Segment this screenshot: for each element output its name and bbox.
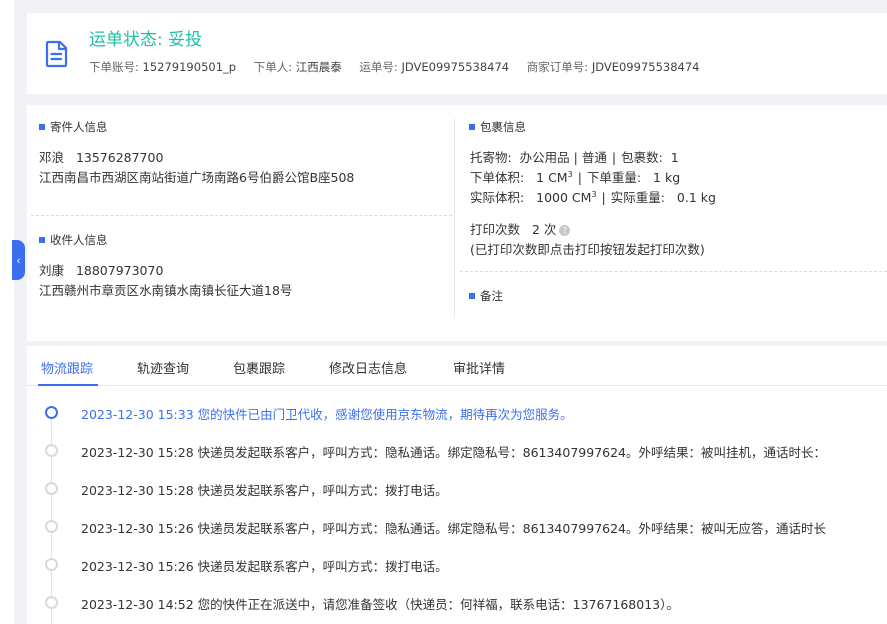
receiver-address: 江西赣州市章贡区水南镇水南镇长征大道18号 xyxy=(39,283,293,298)
package-actual-volume-row: 实际体积: 1000 CM3 | 实际重量: 0.1 kg xyxy=(470,189,716,205)
document-icon xyxy=(45,40,68,68)
package-goods-row: 托寄物: 办公用品 | 普通 | 包裹数: 1 xyxy=(470,150,679,165)
timeline-text: 2023-12-30 15:33 您的快件已由门卫代收，感谢您使用京东物流，期待… xyxy=(81,407,573,422)
waybill-meta-row: 下单账号: 15279190501_p 下单人: 江西晨泰 运单号: JDVE0… xyxy=(89,59,713,75)
tab-package-tracking[interactable]: 包裹跟踪 xyxy=(233,358,285,377)
left-panel-edge xyxy=(0,0,14,624)
timeline-text: 2023-12-30 15:26 快递员发起联系客户，呼叫方式：拨打电话。 xyxy=(81,559,448,574)
timeline-item: 2023-12-30 15:26 快递员发起联系客户，呼叫方式：拨打电话。 xyxy=(27,555,887,575)
timeline-dot-icon xyxy=(45,444,58,457)
waybill-status-title: 运单状态: 妥投 xyxy=(89,30,203,50)
remark-section-title: 备注 xyxy=(469,288,503,304)
meta-waybill-number: 运单号: JDVE09975538474 xyxy=(359,60,510,74)
timeline-item: 2023-12-30 15:33 您的快件已由门卫代收，感谢您使用京东物流，期待… xyxy=(27,403,887,423)
tracking-panel: 物流跟踪 轨迹查询 包裹跟踪 修改日志信息 审批详情 2023-12-30 15… xyxy=(27,346,887,624)
tab-modification-log[interactable]: 修改日志信息 xyxy=(329,358,407,377)
timeline-dot-icon xyxy=(45,596,58,609)
tab-approval-details[interactable]: 审批详情 xyxy=(453,358,505,377)
timeline-text: 2023-12-30 14:52 您的快件正在派送中，请您准备签收（快递员：何祥… xyxy=(81,597,679,612)
timeline-dot-icon xyxy=(45,482,58,495)
timeline-dot-icon xyxy=(45,520,58,533)
timeline-dot-icon xyxy=(45,406,58,419)
timeline-text: 2023-12-30 15:28 快递员发起联系客户，呼叫方式：隐私通话。绑定隐… xyxy=(81,445,827,460)
receiver-contact: 刘康 18807973070 xyxy=(39,263,164,278)
receiver-section-title: 收件人信息 xyxy=(39,232,108,248)
section-divider xyxy=(460,271,887,272)
meta-order-account: 下单账号: 15279190501_p xyxy=(89,60,237,74)
chevron-left-icon: ‹ xyxy=(16,253,21,267)
section-marker-icon xyxy=(469,124,475,130)
sender-contact: 邓浪 13576287700 xyxy=(39,150,164,165)
section-marker-icon xyxy=(469,293,475,299)
column-divider xyxy=(454,119,455,317)
meta-order-person: 下单人: 江西晨泰 xyxy=(253,60,342,74)
timeline-text: 2023-12-30 15:28 快递员发起联系客户，呼叫方式：拨打电话。 xyxy=(81,483,448,498)
print-count-row: 打印次数 2 次? xyxy=(470,219,571,238)
timeline-item: 2023-12-30 14:52 您的快件正在派送中，请您准备签收（快递员：何祥… xyxy=(27,593,887,613)
timeline-item: 2023-12-30 15:26 快递员发起联系客户，呼叫方式：隐私通话。绑定隐… xyxy=(27,517,887,537)
package-order-volume-row: 下单体积: 1 CM3 | 下单重量: 1 kg xyxy=(470,169,681,185)
timeline-item: 2023-12-30 15:28 快递员发起联系客户，呼叫方式：隐私通话。绑定隐… xyxy=(27,441,887,461)
timeline-item: 2023-12-30 15:28 快递员发起联系客户，呼叫方式：拨打电话。 xyxy=(27,479,887,499)
section-marker-icon xyxy=(39,237,45,243)
meta-merchant-order-number: 商家订单号: JDVE09975538474 xyxy=(526,60,700,74)
print-count-note: (已打印次数即点击打印按钮发起打印次数) xyxy=(470,242,705,257)
collapse-sidebar-button[interactable]: ‹ xyxy=(12,240,25,280)
shipment-info-panel: 寄件人信息 邓浪 13576287700 江西南昌市西湖区南站街道广场南路6号伯… xyxy=(27,105,887,341)
active-tab-indicator xyxy=(38,384,98,386)
waybill-header: 运单状态: 妥投 下单账号: 15279190501_p 下单人: 江西晨泰 运… xyxy=(27,13,887,94)
help-icon[interactable]: ? xyxy=(559,225,571,236)
package-section-title: 包裹信息 xyxy=(469,119,526,135)
tab-trajectory-query[interactable]: 轨迹查询 xyxy=(137,358,189,377)
section-marker-icon xyxy=(39,124,45,130)
tab-logistics-tracking[interactable]: 物流跟踪 xyxy=(41,358,93,377)
section-divider xyxy=(31,215,452,216)
timeline-text: 2023-12-30 15:26 快递员发起联系客户，呼叫方式：隐私通话。绑定隐… xyxy=(81,521,827,536)
sender-section-title: 寄件人信息 xyxy=(39,119,108,135)
timeline-dot-icon xyxy=(45,558,58,571)
tracking-tabs: 物流跟踪 轨迹查询 包裹跟踪 修改日志信息 审批详情 xyxy=(27,346,887,386)
sender-address: 江西南昌市西湖区南站街道广场南路6号伯爵公馆B座508 xyxy=(39,170,355,185)
